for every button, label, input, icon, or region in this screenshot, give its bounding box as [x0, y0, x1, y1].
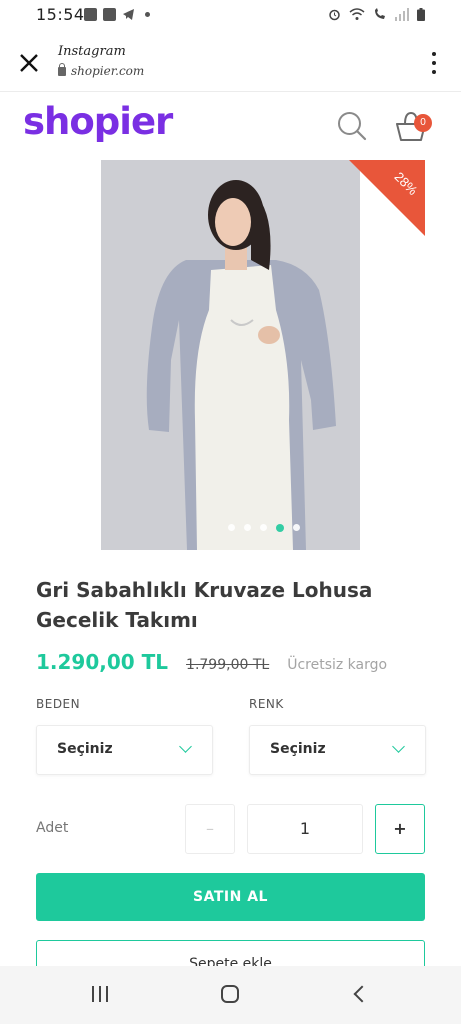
close-icon[interactable] — [18, 52, 40, 74]
color-label: RENK — [249, 697, 284, 711]
browser-url-text: shopier.com — [71, 64, 145, 78]
gallery-dot[interactable] — [244, 524, 251, 531]
discount-badge: 28% — [349, 160, 425, 236]
wifi-icon — [349, 8, 365, 20]
browser-url: shopier.com — [58, 62, 145, 78]
status-bar: 15:54 — [0, 0, 461, 32]
size-select-value: Seçiniz — [57, 741, 113, 757]
signal-icon — [395, 8, 409, 21]
browser-header: Instagram shopier.com — [0, 32, 461, 92]
cart-count-badge: 0 — [414, 114, 432, 132]
back-icon[interactable] — [353, 985, 371, 1003]
shopier-logo[interactable]: shopier — [23, 100, 173, 143]
product-photo[interactable] — [101, 160, 360, 550]
product-photo-illustration — [101, 160, 360, 550]
size-label: BEDEN — [36, 697, 81, 711]
notification-icon — [84, 8, 97, 21]
gallery-dot[interactable] — [260, 524, 267, 531]
quantity-label: Adet — [36, 820, 69, 836]
gallery-icon — [103, 8, 116, 21]
quantity-input[interactable]: 1 — [247, 804, 363, 854]
old-price: 1.799,00 TL — [186, 657, 270, 673]
status-notification-icons — [84, 8, 150, 21]
size-select[interactable]: Seçiniz — [36, 725, 213, 775]
status-time: 15:54 — [36, 5, 85, 24]
home-icon[interactable] — [221, 985, 239, 1003]
color-select-value: Seçiniz — [270, 741, 326, 757]
alarm-icon — [329, 9, 340, 21]
quantity-increase-button[interactable]: + — [375, 804, 425, 854]
current-price: 1.290,00 TL — [36, 650, 169, 674]
gallery-dot-active[interactable] — [276, 523, 284, 532]
color-select[interactable]: Seçiniz — [249, 725, 426, 775]
more-options-icon[interactable] — [431, 52, 437, 74]
gallery-dot[interactable] — [293, 524, 300, 531]
lock-icon — [58, 62, 66, 76]
gallery-pagination[interactable] — [228, 523, 300, 532]
system-nav-bar — [0, 966, 461, 1024]
recent-apps-icon[interactable] — [92, 986, 108, 1002]
browser-title: Instagram — [58, 44, 126, 59]
buy-button[interactable]: SATIN AL — [36, 873, 425, 921]
chevron-down-icon — [179, 740, 192, 753]
call-icon — [375, 8, 385, 19]
product-gallery[interactable]: 28% — [36, 160, 425, 550]
shop-header: shopier 0 — [0, 92, 461, 160]
gallery-dot[interactable] — [228, 524, 235, 531]
search-icon[interactable] — [336, 110, 368, 142]
quantity-decrease-button[interactable]: – — [185, 804, 235, 854]
telegram-icon — [123, 9, 134, 20]
more-notifications-icon — [145, 12, 150, 17]
shipping-info: Ücretsiz kargo — [287, 657, 388, 673]
chevron-down-icon — [392, 740, 405, 753]
battery-icon — [417, 8, 425, 21]
price-row: 1.290,00 TL 1.799,00 TL Ücretsiz kargo — [36, 650, 436, 674]
status-system-icons — [328, 8, 425, 21]
product-title: Gri Sabahlıklı Kruvaze Lohusa Gecelik Ta… — [36, 578, 373, 632]
